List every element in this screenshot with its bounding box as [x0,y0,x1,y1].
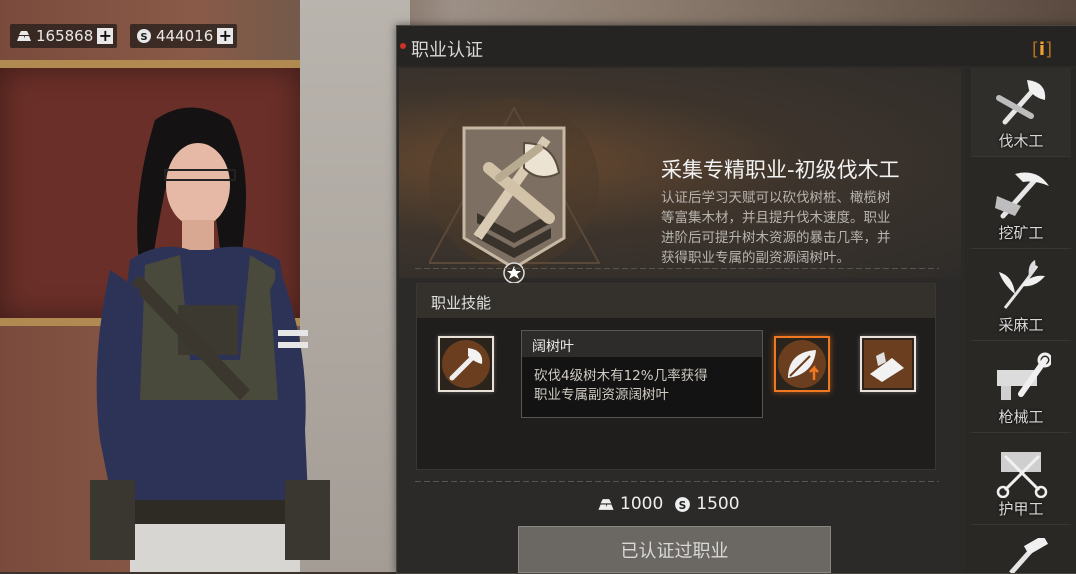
tooltip-line: 职业专属副资源阔树叶 [534,387,669,403]
scissors-icon [996,452,1048,498]
svg-text:S: S [678,498,686,511]
add-silver-button[interactable]: + [217,28,234,44]
panel-title: 职业认证 [411,40,483,61]
tab-hemp-gatherer[interactable]: 采麻工 [971,252,1071,341]
job-description-line: 进阶后可提升树木资源的暴击几率，并 [661,230,891,246]
tab-lumberjack[interactable]: 伐木工 [971,68,1071,157]
skill-axe[interactable] [438,336,494,392]
job-hero: 采集专精职业-初级伐木工 认证后学习天赋可以砍伐树桩、橄榄树 等富集木材，并且提… [399,68,961,284]
lumberjack-emblem-icon [429,98,601,284]
leaf-skill-icon [778,340,826,388]
log-skill-icon [864,340,912,388]
skill-log[interactable] [860,336,916,392]
skill-leaf[interactable] [774,336,830,392]
silver-coin-icon: S [673,495,691,513]
tab-miner[interactable]: 挖矿工 [971,160,1071,249]
certified-button[interactable]: 已认证过职业 [518,526,831,573]
tooltip-header: 阔树叶 [522,331,762,357]
axe-icon [996,80,1046,125]
silver-coin-icon: S [136,28,152,44]
tab-label: 护甲工 [998,500,1044,518]
job-title: 采集专精职业-初级伐木工 [661,158,900,182]
tooltip-title: 阔树叶 [532,339,574,355]
tab-label: 挖矿工 [998,224,1044,242]
panel-header: 职业认证 [i] [397,26,1076,66]
skills-section: 职业技能 阔树叶 砍伐4级树木有12%几率获得 职业专属副资源阔树叶 [416,283,936,470]
tab-partial[interactable] [971,528,1071,573]
tooltip-line: 砍伐4级树木有12%几率获得 [534,368,708,384]
tab-label: 采麻工 [998,316,1044,334]
svg-text:S: S [140,32,147,43]
tooltip-body: 砍伐4级树木有12%几率获得 职业专属副资源阔树叶 [534,367,754,405]
silver-currency: S 444016 + [130,24,238,48]
plant-icon [999,260,1045,309]
gold-currency: 165868 + [10,24,118,48]
tab-armorsmith[interactable]: 护甲工 [971,436,1071,525]
divider [415,268,939,269]
gold-bar-icon [16,28,32,44]
axe-skill-icon [442,340,490,388]
job-tabs: 伐木工 挖矿工 采麻工 枪械工 护甲工 [965,68,1076,573]
tab-label: 伐木工 [998,132,1044,150]
gold-value: 165868 [36,27,94,45]
divider [415,481,939,482]
certification-panel: 职业认证 [i] 采集专精职业-初级伐木工 认证后学习天赋可以砍伐树桩、橄榄树 … [396,25,1076,574]
character-portrait [90,107,330,572]
certification-cost: 1000 S 1500 [597,492,740,516]
gold-cost: 1000 [620,494,664,514]
job-description: 认证后学习天赋可以砍伐树桩、橄榄树 等富集木材，并且提升伐木速度。职业 进阶后可… [661,188,947,268]
add-gold-button[interactable]: + [97,28,114,44]
skills-title: 职业技能 [431,294,492,312]
tab-gunsmith[interactable]: 枪械工 [971,344,1071,433]
silver-value: 444016 [156,27,214,45]
info-button[interactable]: [i] [1027,38,1057,60]
job-description-line: 获得职业专属的副资源阔树叶。 [661,250,850,266]
skills-header: 职业技能 [417,284,935,318]
tab-label: 枪械工 [998,408,1044,426]
hammer-icon [1009,538,1049,573]
wrench-icon [997,352,1051,400]
job-description-line: 等富集木材，并且提升伐木速度。职业 [661,210,891,226]
skill-tooltip: 阔树叶 砍伐4级树木有12%几率获得 职业专属副资源阔树叶 [521,330,763,418]
job-description-line: 认证后学习天赋可以砍伐树桩、橄榄树 [661,190,891,206]
notification-dot [400,43,406,49]
pickaxe-icon [995,172,1049,219]
gold-bar-icon [597,495,615,513]
silver-cost: 1500 [696,494,740,514]
